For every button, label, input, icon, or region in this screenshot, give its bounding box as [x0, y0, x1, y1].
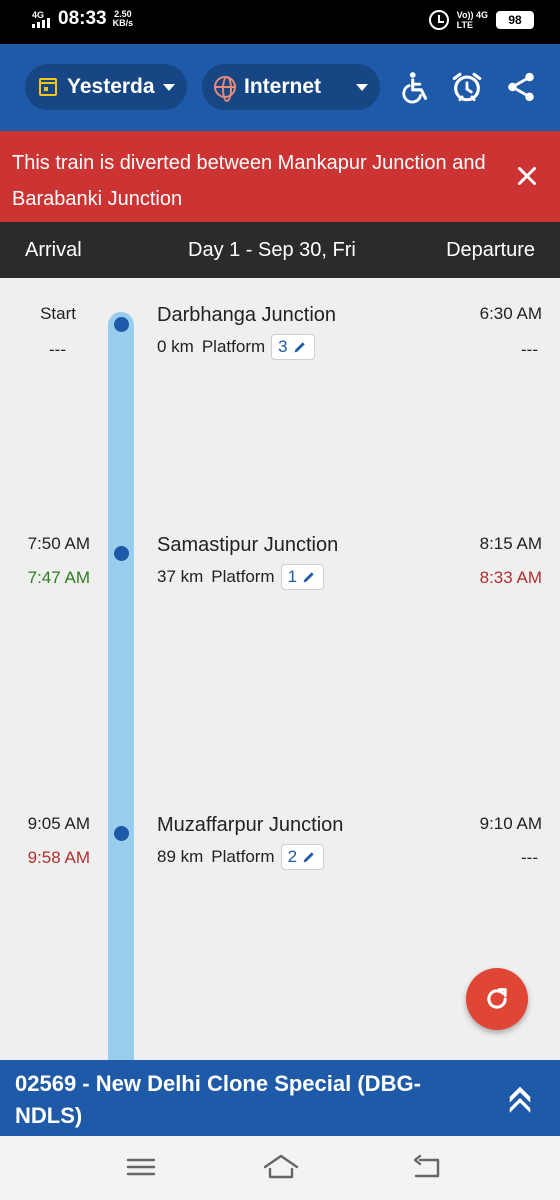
share-icon[interactable]: [504, 70, 538, 104]
station-dot: [114, 546, 129, 561]
globe-icon: [214, 76, 236, 102]
station-timeline[interactable]: Start --- Darbhanga Junction 0 km Platfo…: [0, 278, 560, 1060]
diversion-alert: This train is diverted between Mankapur …: [0, 131, 560, 222]
scheduled-arrival: 9:05 AM: [27, 814, 90, 833]
departure-header: Departure: [446, 239, 535, 261]
volte-indicator: Vo)) 4G LTE: [456, 10, 488, 30]
station-meta: 89 km Platform 2: [157, 844, 325, 870]
dropdown-caret-icon: [163, 84, 175, 91]
platform-edit-button[interactable]: 3: [271, 334, 315, 360]
platform-label: Platform: [201, 337, 266, 356]
actual-arrival: 9:58 AM: [27, 848, 90, 867]
actual-arrival: 7:47 AM: [27, 568, 90, 587]
station-dot: [114, 826, 129, 841]
battery-icon: 98: [496, 11, 534, 29]
source-label: Internet: [244, 75, 322, 98]
actual-departure: ---: [521, 848, 538, 867]
status-left: 4G 08:33 2.50 KB/s: [30, 8, 133, 30]
distance: 0 km: [157, 337, 194, 356]
platform-number: 3: [278, 337, 288, 356]
platform-number: 1: [287, 567, 298, 586]
actual-departure: 8:33 AM: [479, 568, 542, 587]
expand-up-icon[interactable]: [506, 1082, 534, 1114]
scheduled-departure: 9:10 AM: [479, 814, 542, 833]
app-toolbar: Yesterda Internet: [0, 44, 560, 131]
scheduled-arrival: Start: [40, 304, 76, 323]
back-icon[interactable]: [410, 1152, 444, 1182]
station-name: Samastipur Junction: [157, 534, 339, 556]
alarm-icon[interactable]: [450, 70, 484, 104]
alarm-status-icon: [428, 10, 449, 30]
station-dot: [114, 317, 129, 332]
dropdown-caret-icon: [356, 84, 368, 91]
day-header: Day 1 - Sep 30, Fri: [188, 239, 356, 261]
distance: 89 km: [157, 847, 204, 866]
wheelchair-icon[interactable]: [400, 70, 434, 104]
status-bar: 4G 08:33 2.50 KB/s Vo)) 4G LTE 98: [0, 0, 560, 44]
platform-label: Platform: [211, 567, 275, 586]
schedule-header: Arrival Day 1 - Sep 30, Fri Departure: [0, 222, 560, 278]
actual-departure: ---: [521, 340, 538, 359]
signal-icon: 4G: [30, 8, 52, 30]
pencil-icon: [294, 342, 305, 353]
platform-edit-button[interactable]: 1: [280, 564, 325, 590]
home-icon[interactable]: [262, 1152, 300, 1182]
actual-arrival: ---: [49, 340, 66, 359]
date-selector[interactable]: Yesterda: [25, 64, 187, 110]
station-name: Darbhanga Junction: [157, 304, 337, 326]
refresh-icon: [487, 988, 507, 1009]
train-title: 02569 - New Delhi Clone Special (DBG-NDL…: [15, 1071, 421, 1128]
calendar-icon: [39, 78, 57, 96]
pencil-icon: [303, 852, 314, 863]
platform-edit-button[interactable]: 2: [280, 844, 325, 870]
system-nav-bar: [0, 1136, 560, 1200]
refresh-button[interactable]: [466, 968, 528, 1030]
scheduled-departure: 8:15 AM: [479, 534, 542, 553]
pencil-icon: [303, 572, 314, 583]
route-track: [108, 312, 134, 1060]
scheduled-arrival: 7:50 AM: [27, 534, 90, 553]
station-name: Muzaffarpur Junction: [157, 814, 344, 836]
station-row[interactable]: 7:50 AM 7:47 AM Samastipur Junction 37 k…: [0, 530, 560, 650]
station-meta: 37 km Platform 1: [157, 564, 325, 590]
platform-label: Platform: [211, 847, 275, 866]
station-row[interactable]: 9:05 AM 9:58 AM Muzaffarpur Junction 89 …: [0, 810, 560, 930]
station-meta: 0 km Platform 3: [157, 334, 315, 360]
station-row[interactable]: Start --- Darbhanga Junction 0 km Platfo…: [0, 300, 560, 420]
date-label: Yesterda: [67, 75, 155, 98]
train-info-bar[interactable]: 02569 - New Delhi Clone Special (DBG-NDL…: [0, 1060, 560, 1136]
close-icon[interactable]: [512, 161, 542, 191]
platform-number: 2: [287, 847, 298, 866]
source-selector[interactable]: Internet: [202, 64, 380, 110]
status-right: Vo)) 4G LTE 98: [428, 10, 534, 30]
distance: 37 km: [157, 567, 204, 586]
alert-message: This train is diverted between Mankapur …: [12, 152, 486, 210]
scheduled-departure: 6:30 AM: [479, 304, 542, 323]
clock: 08:33: [58, 8, 107, 29]
network-speed: 2.50 KB/s: [112, 9, 134, 28]
arrival-header: Arrival: [25, 239, 82, 261]
menu-icon[interactable]: [124, 1152, 158, 1182]
